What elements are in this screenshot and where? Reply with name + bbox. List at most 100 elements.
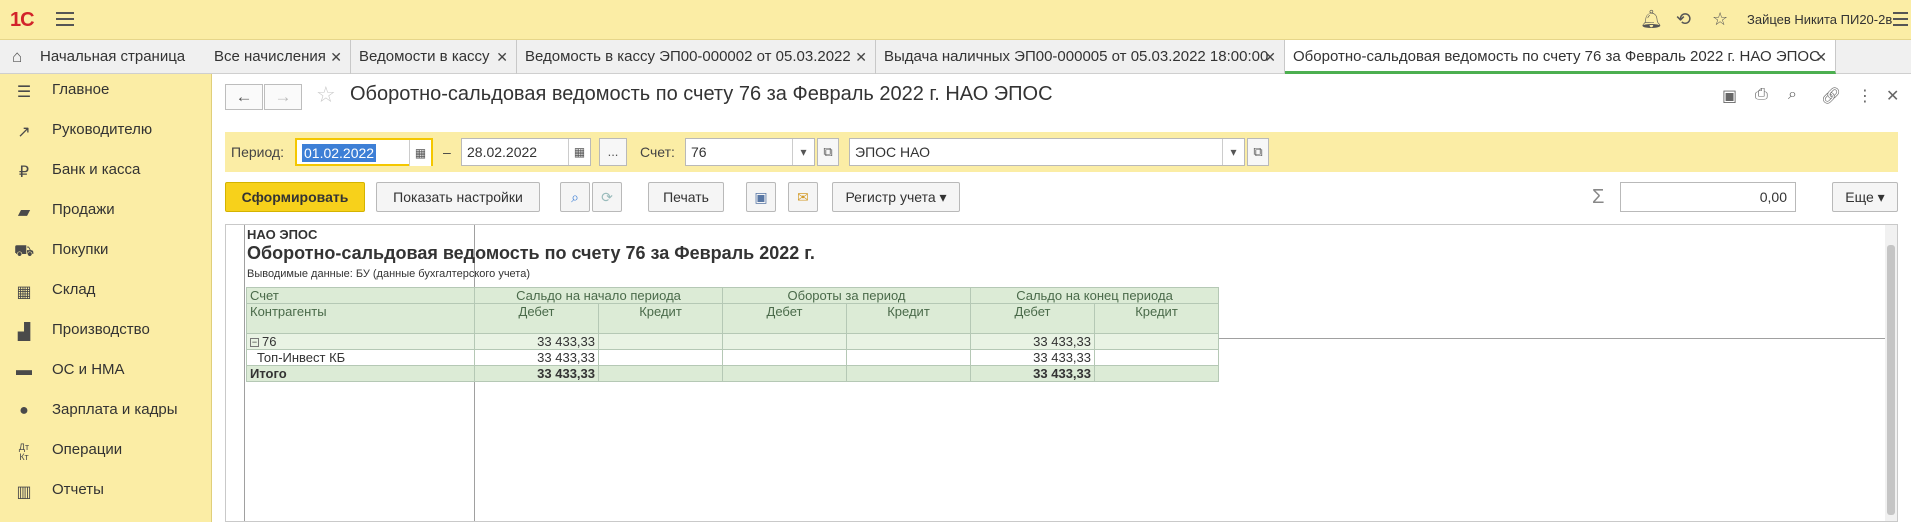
sidebar-item-assets[interactable]: ▬ ОС и НМА xyxy=(0,354,212,394)
sidebar-item-manager[interactable]: ↗ Руководителю xyxy=(0,114,212,154)
header-counterparties: Контрагенты xyxy=(246,303,475,334)
table-row[interactable]: −76 33 433,33 33 433,33 xyxy=(246,333,1219,350)
chevron-down-icon: ▾ xyxy=(1877,189,1885,205)
bar-chart-icon: ▥ xyxy=(16,484,32,501)
more-label: Еще xyxy=(1845,189,1874,205)
tab-all-accruals[interactable]: Все начисления ✕ xyxy=(206,40,351,74)
sum-icon: Σ xyxy=(1592,186,1605,208)
close-icon[interactable]: ✕ xyxy=(1815,40,1827,74)
report-area[interactable]: НАО ЭПОС Оборотно-сальдовая ведомость по… xyxy=(225,224,1898,522)
collapse-icon[interactable]: − xyxy=(250,338,259,348)
sidebar-item-warehouse[interactable]: ▦ Склад xyxy=(0,274,212,314)
cell-close-debit: 33 433,33 xyxy=(970,349,1095,366)
calendar-icon[interactable]: ▦ xyxy=(409,140,431,166)
sidebar: ☰ Главное ↗ Руководителю ₽ Банк и касса … xyxy=(0,74,212,522)
close-icon[interactable]: ✕ xyxy=(1886,86,1899,106)
menu-icon: ☰ xyxy=(16,84,32,101)
show-settings-button[interactable]: Показать настройки xyxy=(376,182,540,212)
open-organization-icon[interactable]: ⧉ xyxy=(1247,138,1269,166)
main-area: ← → ☆ Оборотно-сальдовая ведомость по сч… xyxy=(212,74,1911,522)
header-debit: Дебет xyxy=(970,303,1095,334)
header-credit: Кредит xyxy=(598,303,723,334)
back-arrow-icon[interactable]: ← xyxy=(225,84,263,110)
sidebar-item-label: Зарплата и кадры xyxy=(52,401,178,418)
sidebar-item-operations[interactable]: Дт Кт Операции xyxy=(0,434,212,474)
calendar-icon[interactable]: ▦ xyxy=(568,139,590,165)
account-field[interactable]: 76 ▾ xyxy=(685,138,815,166)
cell-turn-credit xyxy=(846,349,971,366)
dt-kt-icon: Дт Кт xyxy=(18,442,30,462)
favorite-star-icon[interactable]: ☆ xyxy=(316,82,336,108)
save-icon[interactable]: ▣ xyxy=(1722,86,1737,106)
more-button[interactable]: Еще ▾ xyxy=(1832,182,1898,212)
generate-button[interactable]: Сформировать xyxy=(225,182,365,212)
sidebar-item-label: Отчеты xyxy=(52,481,104,498)
email-icon[interactable]: ✉ xyxy=(788,182,818,212)
forward-arrow-icon[interactable]: → xyxy=(264,84,302,110)
date-to-field[interactable]: 28.02.2022 ▦ xyxy=(461,138,591,166)
sidebar-item-label: Покупки xyxy=(52,241,109,258)
period-select-button[interactable]: ... xyxy=(599,138,627,166)
vertical-scrollbar[interactable] xyxy=(1885,225,1897,521)
report-subtitle: Выводимые данные: БУ (данные бухгалтерск… xyxy=(247,268,530,280)
scrollbar-thumb[interactable] xyxy=(1887,245,1895,515)
period-label: Период: xyxy=(231,144,284,160)
sidebar-item-main[interactable]: ☰ Главное xyxy=(0,74,212,114)
tab-home[interactable]: ⌂ Начальная страница xyxy=(0,40,206,74)
cell-open-credit xyxy=(598,349,723,366)
total-row[interactable]: Итого 33 433,33 33 433,33 xyxy=(246,365,1219,382)
tab-label: Ведомости в кассу xyxy=(359,48,490,65)
print-button[interactable]: Печать xyxy=(648,182,724,212)
system-menu-icon[interactable] xyxy=(1893,12,1908,30)
truck-icon: ▬ xyxy=(16,362,32,379)
cell-turn-debit xyxy=(722,349,847,366)
cell-open-credit xyxy=(598,333,723,350)
close-icon[interactable]: ✕ xyxy=(855,40,867,74)
tab-label: Все начисления xyxy=(214,48,326,65)
date-from-field[interactable]: 01.02.2022 ▦ xyxy=(295,138,433,166)
trend-icon: ↗ xyxy=(17,124,31,141)
preview-icon[interactable]: ⌕ xyxy=(1788,86,1797,104)
sidebar-item-reports[interactable]: ▥ Отчеты xyxy=(0,474,212,514)
sidebar-item-production[interactable]: ▟ Производство xyxy=(0,314,212,354)
page-title: Оборотно-сальдовая ведомость по счету 76… xyxy=(350,83,1053,105)
sidebar-item-purchases[interactable]: ⛟ Покупки xyxy=(0,234,212,274)
tab-cash-statement-doc[interactable]: Ведомость в кассу ЭП00-000002 от 05.03.2… xyxy=(517,40,876,74)
user-name[interactable]: Зайцев Никита ПИ20-2в xyxy=(1747,12,1892,27)
cell-close-debit: 33 433,33 xyxy=(970,333,1095,350)
header-credit: Кредит xyxy=(846,303,971,334)
close-icon[interactable]: ✕ xyxy=(330,40,342,74)
close-icon[interactable]: ✕ xyxy=(1264,40,1276,74)
open-tabs-bar: ⌂ Начальная страница Все начисления ✕ Ве… xyxy=(0,40,1911,74)
account-label: Счет: xyxy=(640,144,675,160)
chevron-down-icon[interactable]: ▾ xyxy=(792,139,814,165)
history-icon[interactable]: ⟲ xyxy=(1676,9,1691,30)
sidebar-item-label: ОС и НМА xyxy=(52,361,125,378)
more-vertical-icon[interactable]: ⋮ xyxy=(1857,86,1873,106)
tab-cash-statements[interactable]: Ведомости в кассу ✕ xyxy=(351,40,517,74)
bell-icon[interactable]: 🔔︎ xyxy=(1640,9,1663,30)
star-icon[interactable]: ☆ xyxy=(1712,9,1728,30)
chevron-down-icon[interactable]: ▾ xyxy=(1222,139,1244,165)
link-icon[interactable]: 🔗︎ xyxy=(1821,86,1841,106)
cell-open-debit: 33 433,33 xyxy=(474,365,599,382)
sidebar-item-label: Руководителю xyxy=(52,121,153,138)
factory-icon: ▟ xyxy=(17,324,31,341)
search-icon[interactable]: ⌕ xyxy=(560,182,590,212)
report-table: Счет Сальдо на начало периода Обороты за… xyxy=(246,287,1219,382)
cancel-search-icon[interactable]: ⟳ xyxy=(592,182,622,212)
organization-field[interactable]: ЭПОС НАО ▾ xyxy=(849,138,1245,166)
main-menu-icon[interactable] xyxy=(56,12,74,26)
save-report-icon[interactable]: ▣ xyxy=(746,182,776,212)
close-icon[interactable]: ✕ xyxy=(496,40,508,74)
tab-turnover-balance[interactable]: Оборотно-сальдовая ведомость по счету 76… xyxy=(1285,40,1836,74)
sidebar-item-sales[interactable]: ▰ Продажи xyxy=(0,194,212,234)
account-register-button[interactable]: Регистр учета ▾ xyxy=(832,182,960,212)
cell-open-debit: 33 433,33 xyxy=(474,333,599,350)
tab-cash-issue-doc[interactable]: Выдача наличных ЭП00-000005 от 05.03.202… xyxy=(876,40,1285,74)
open-account-icon[interactable]: ⧉ xyxy=(817,138,839,166)
print-icon[interactable]: ⎙ xyxy=(1755,86,1768,104)
sidebar-item-payroll[interactable]: ● Зарплата и кадры xyxy=(0,394,212,434)
sidebar-item-bank[interactable]: ₽ Банк и касса xyxy=(0,154,212,194)
table-row[interactable]: Топ-Инвест КБ 33 433,33 33 433,33 xyxy=(246,349,1219,366)
